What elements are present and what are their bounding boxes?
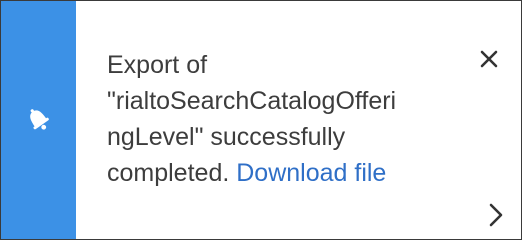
close-button[interactable] bbox=[471, 41, 507, 77]
export-notification-toast: Export of "rialtoSearchCatalogOfferi ngL… bbox=[0, 0, 522, 240]
notification-message: Export of "rialtoSearchCatalogOfferi ngL… bbox=[107, 47, 437, 191]
notification-accent-bar bbox=[1, 1, 76, 239]
chevron-right-icon bbox=[489, 203, 503, 227]
bell-icon bbox=[30, 109, 49, 130]
next-notification-button[interactable] bbox=[481, 197, 511, 233]
download-file-link[interactable]: Download file bbox=[236, 159, 386, 187]
close-icon bbox=[480, 50, 498, 68]
